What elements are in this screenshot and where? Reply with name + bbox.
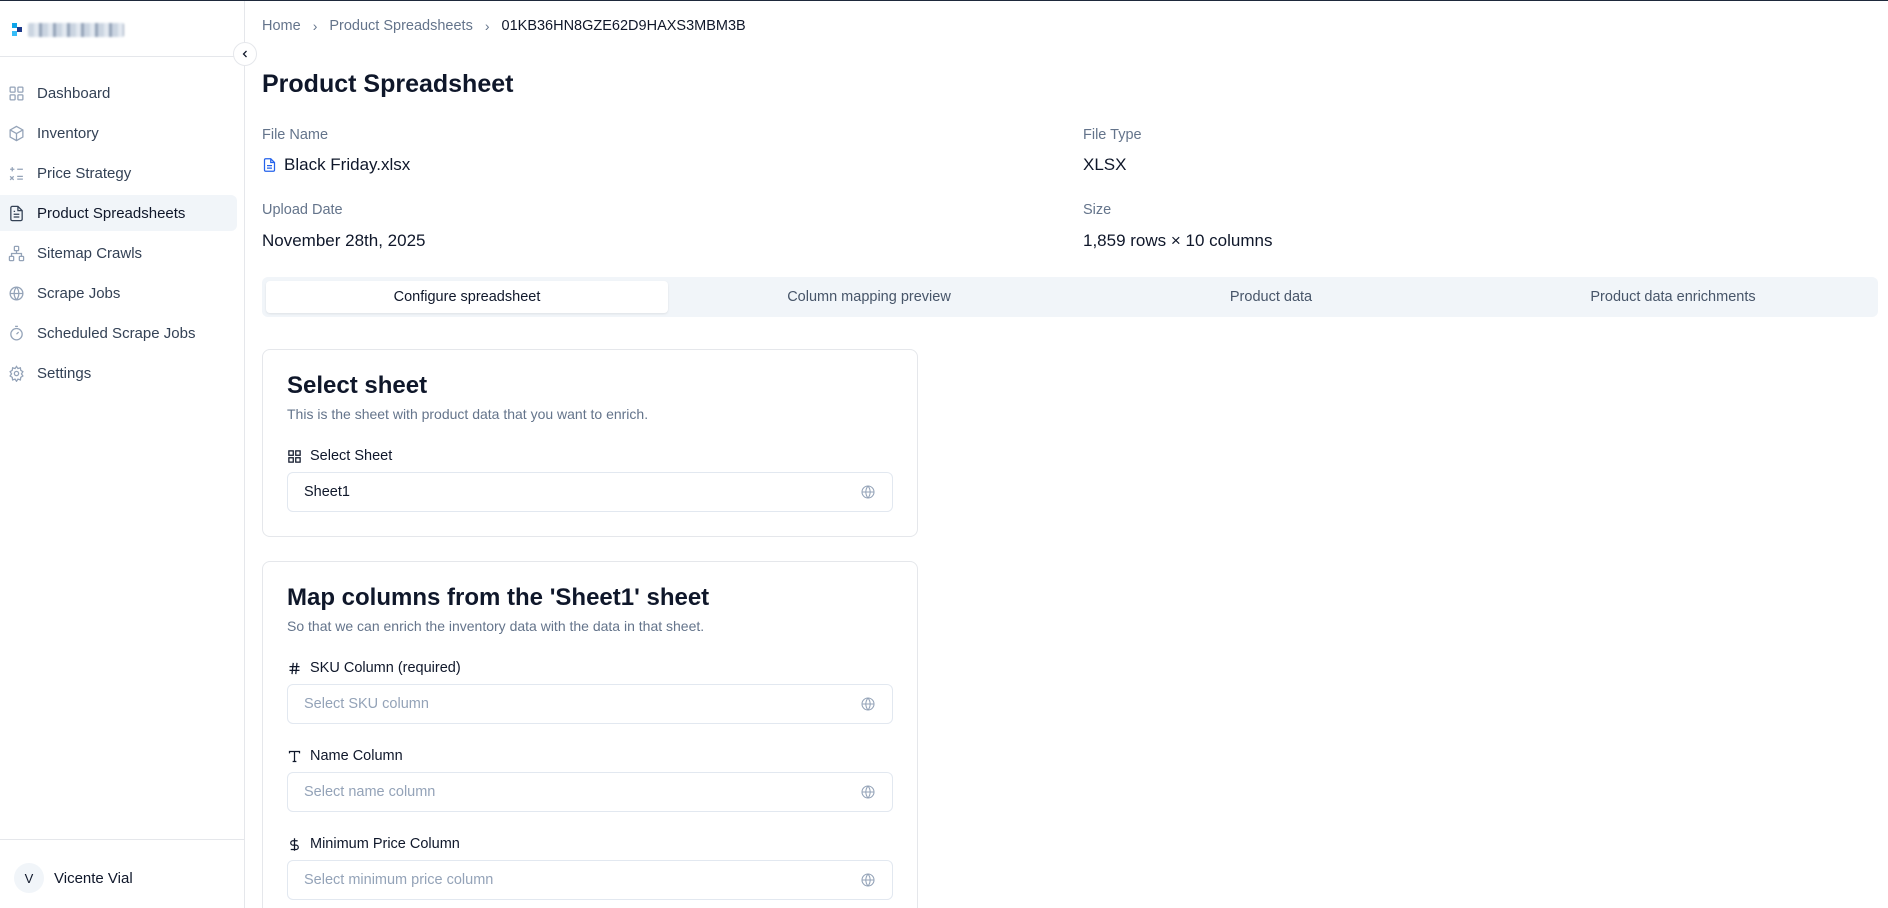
sidebar-item-label: Scheduled Scrape Jobs	[37, 324, 196, 342]
card-title: Map columns from the 'Sheet1' sheet	[287, 584, 710, 611]
user-name: Vicente Vial	[54, 869, 133, 887]
sidebar-item-label: Product Spreadsheets	[37, 204, 186, 222]
brand-name-blurred	[28, 23, 124, 37]
globe-icon	[861, 873, 875, 887]
name-column-dropdown[interactable]: Select name column	[287, 772, 893, 812]
sidebar-item-label: Inventory	[37, 124, 99, 142]
field-label-text: Name Column	[310, 748, 403, 764]
card-description: This is the sheet with product data that…	[287, 406, 649, 422]
size-value: 1,859 rows × 10 columns	[1083, 231, 1273, 250]
select-sheet-dropdown[interactable]: Sheet1	[287, 472, 893, 512]
min-price-column-dropdown[interactable]: Select minimum price column	[287, 860, 893, 900]
name-column-label: Name Column	[287, 748, 403, 764]
sidebar-item-label: Sitemap Crawls	[37, 244, 143, 262]
timer-icon	[10, 325, 23, 341]
brand-logo[interactable]	[12, 21, 124, 39]
tab-product-data-enrichments[interactable]: Product data enrichments	[1472, 281, 1874, 313]
select-sheet-card: Select sheet This is the sheet with prod…	[262, 349, 918, 537]
card-description: So that we can enrich the inventory data…	[287, 618, 705, 634]
breadcrumb-section[interactable]: Product Spreadsheets	[329, 18, 472, 34]
hash-icon	[289, 662, 300, 674]
sku-column-placeholder: Select SKU column	[304, 696, 429, 712]
upload-date-value: November 28th, 2025	[262, 231, 426, 250]
sidebar-item-scrape-jobs[interactable]: Scrape Jobs	[0, 275, 237, 311]
sidebar-item-label: Settings	[37, 364, 92, 382]
tab-product-data[interactable]: Product data	[1070, 281, 1472, 313]
field-label-text: Select Sheet	[310, 448, 393, 464]
gear-icon	[9, 364, 24, 382]
upload-date-label: Upload Date	[262, 202, 343, 218]
sidebar-item-inventory[interactable]: Inventory	[0, 115, 237, 151]
sidebar-item-label: Dashboard	[37, 84, 111, 102]
sidebar: Dashboard Inventory Price Strategy Produ…	[0, 1, 245, 908]
sku-column-label: SKU Column (required)	[287, 660, 461, 676]
tab-bar: Configure spreadsheet Column mapping pre…	[262, 277, 1878, 317]
sidebar-item-label: Price Strategy	[37, 164, 132, 182]
sidebar-item-settings[interactable]: Settings	[0, 355, 237, 391]
sidebar-item-sitemap-crawls[interactable]: Sitemap Crawls	[0, 235, 237, 271]
chevron-right-icon: ›	[484, 18, 490, 34]
avatar: V	[14, 863, 44, 893]
strategy-list-icon	[9, 166, 23, 180]
sidebar-nav: Dashboard Inventory Price Strategy Produ…	[0, 75, 245, 395]
select-sheet-label: Select Sheet	[287, 448, 392, 464]
logo-icon	[12, 23, 22, 37]
globe-icon	[861, 785, 875, 799]
breadcrumb-current: 01KB36HN8GZE62D9HAXS3MBM3B	[501, 18, 746, 34]
sku-column-dropdown[interactable]: Select SKU column	[287, 684, 893, 724]
tab-configure-spreadsheet[interactable]: Configure spreadsheet	[266, 281, 668, 313]
page-title: Product Spreadsheet	[262, 70, 514, 98]
field-label-text: SKU Column (required)	[310, 660, 461, 676]
chevron-left-icon	[242, 50, 247, 58]
min-price-column-label: Minimum Price Column	[287, 836, 460, 852]
dashboard-grid-icon	[9, 85, 24, 101]
file-name-value: Black Friday.xlsx	[262, 155, 410, 175]
map-columns-card: Map columns from the 'Sheet1' sheet So t…	[262, 561, 918, 908]
divider	[0, 839, 245, 840]
breadcrumb: Home › Product Spreadsheets › 01KB36HN8G…	[262, 18, 746, 34]
window-top-border	[0, 0, 1888, 1]
sidebar-item-scheduled-scrape-jobs[interactable]: Scheduled Scrape Jobs	[0, 315, 237, 351]
file-name-label: File Name	[262, 127, 329, 143]
name-column-placeholder: Select name column	[304, 784, 436, 800]
globe-icon	[9, 285, 24, 301]
text-type-icon	[288, 750, 301, 762]
package-icon	[9, 125, 24, 141]
chevron-right-icon: ›	[312, 18, 318, 34]
sidebar-item-product-spreadsheets[interactable]: Product Spreadsheets	[0, 195, 237, 231]
globe-icon	[861, 485, 875, 499]
sidebar-item-price-strategy[interactable]: Price Strategy	[0, 155, 237, 191]
card-title: Select sheet	[287, 372, 428, 399]
tab-column-mapping-preview[interactable]: Column mapping preview	[668, 281, 1070, 313]
sidebar-item-label: Scrape Jobs	[37, 284, 121, 302]
min-price-column-placeholder: Select minimum price column	[304, 872, 494, 888]
grid-icon	[288, 449, 301, 463]
sidebar-item-dashboard[interactable]: Dashboard	[0, 75, 237, 111]
file-text-icon	[10, 205, 23, 221]
user-menu[interactable]: V Vicente Vial	[14, 863, 133, 893]
sitemap-icon	[8, 245, 25, 261]
size-label: Size	[1083, 202, 1112, 218]
file-type-label: File Type	[1083, 127, 1142, 143]
file-name-text: Black Friday.xlsx	[284, 155, 411, 174]
field-label-text: Minimum Price Column	[310, 836, 460, 852]
collapse-sidebar-button[interactable]	[233, 42, 257, 66]
dollar-icon	[290, 837, 299, 851]
globe-icon	[861, 697, 875, 711]
breadcrumb-home[interactable]: Home	[262, 18, 301, 34]
file-type-value: XLSX	[1083, 155, 1127, 174]
select-sheet-value: Sheet1	[304, 484, 350, 500]
file-icon	[263, 158, 276, 172]
divider	[0, 56, 245, 57]
